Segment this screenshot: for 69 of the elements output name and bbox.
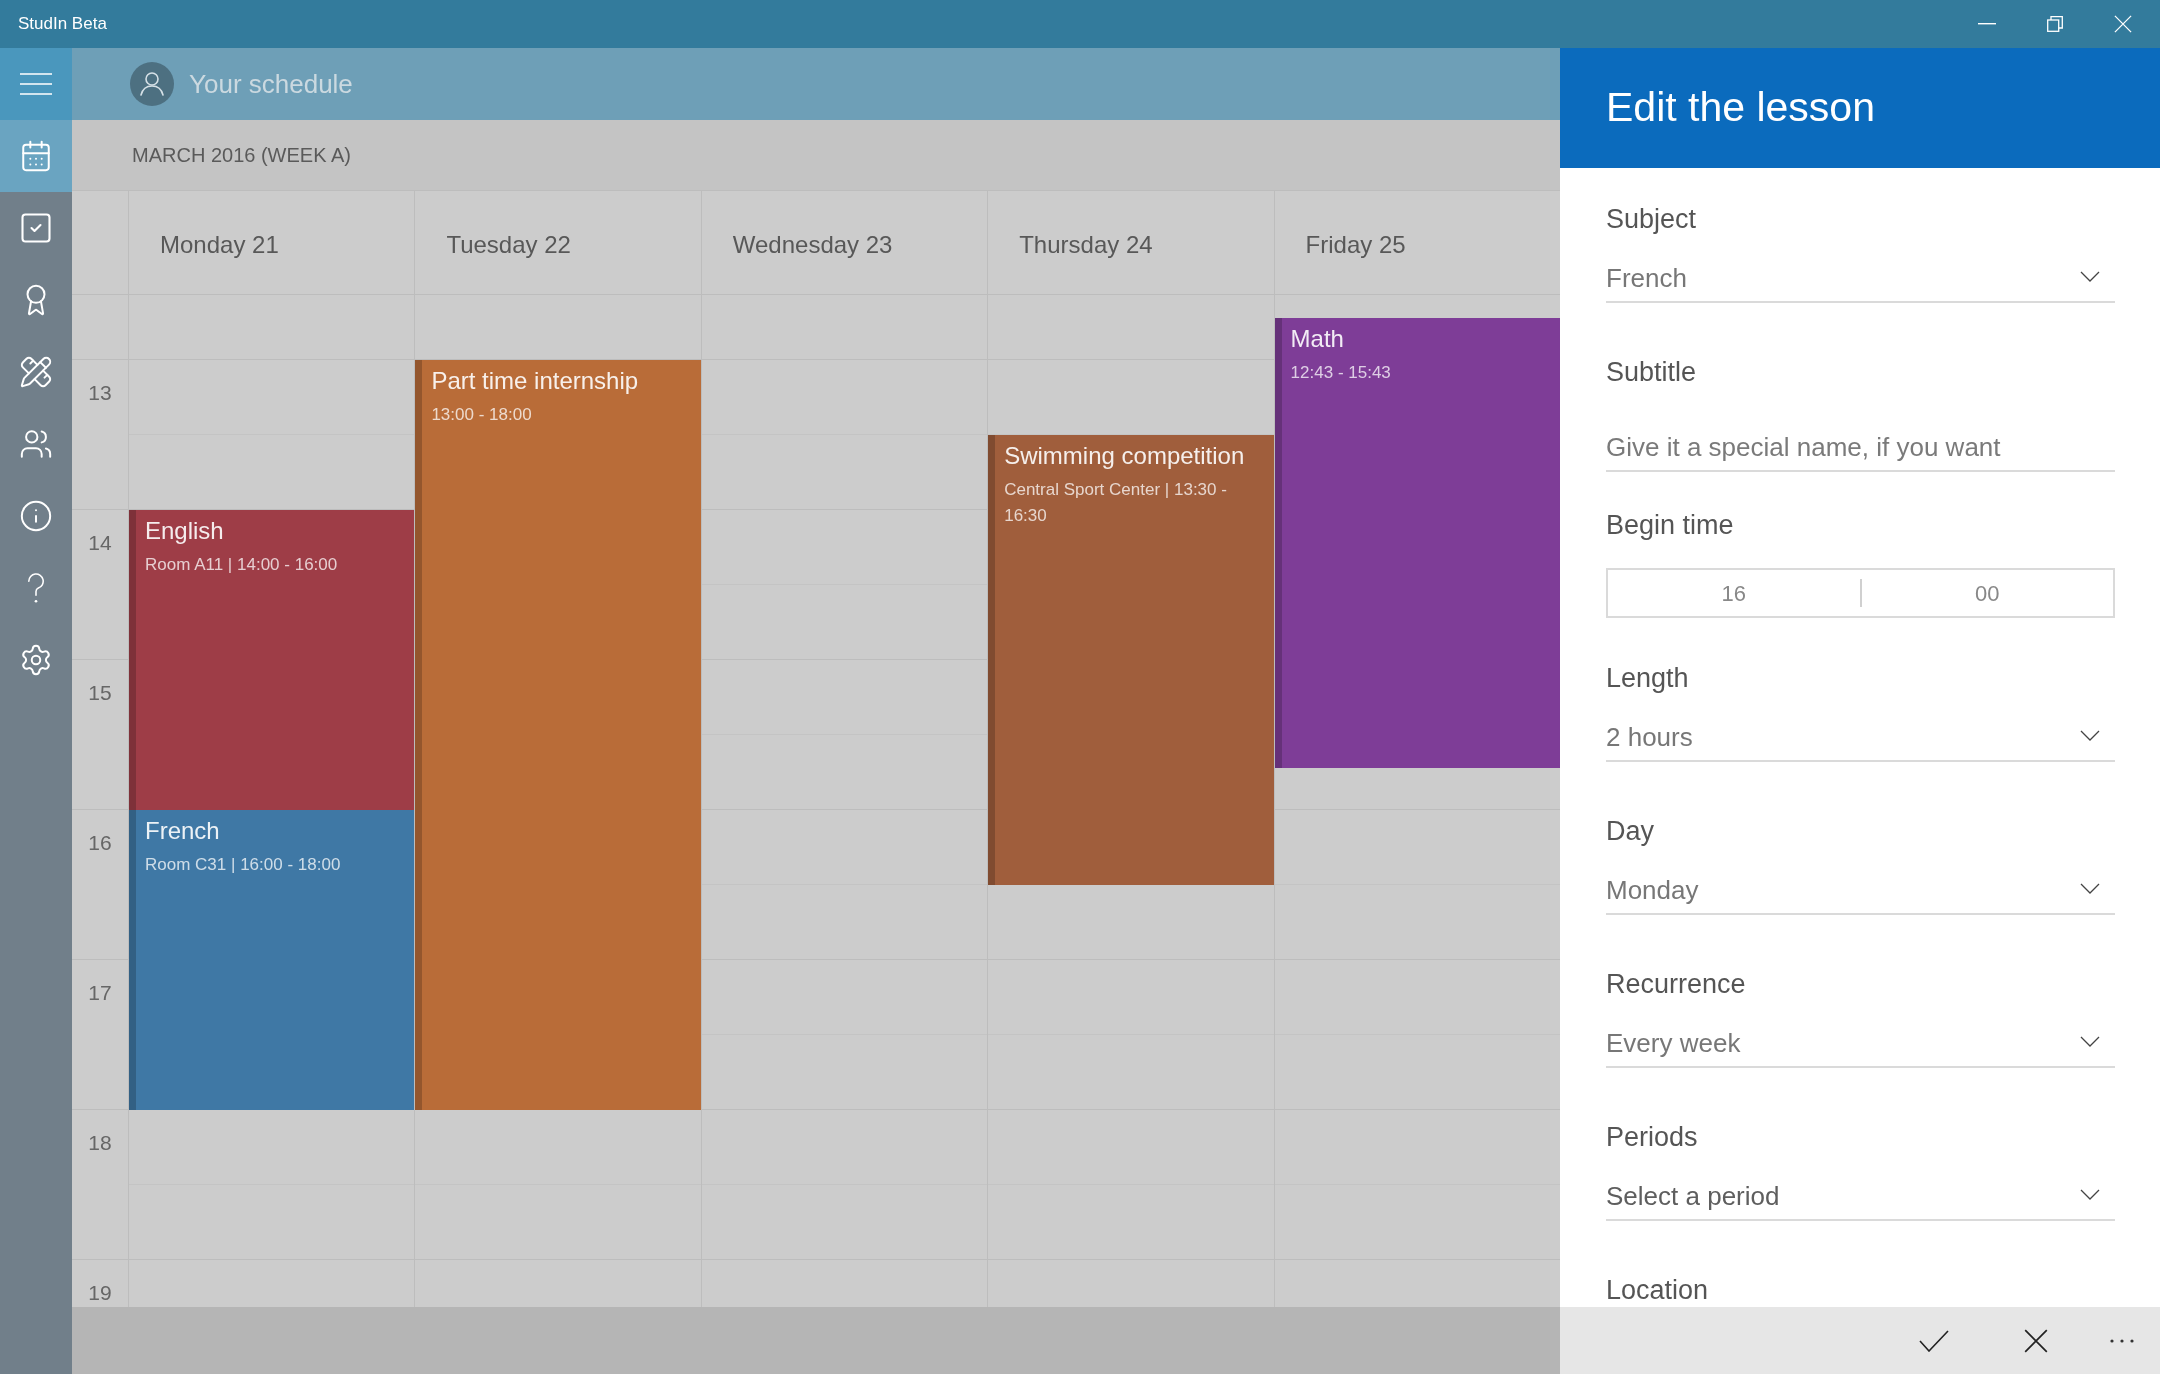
event-card[interactable]: French Room C31 | 16:00 - 18:00 [129, 810, 415, 1110]
event-details: 13:00 - 18:00 [431, 404, 533, 426]
menu-button[interactable] [0, 48, 72, 120]
event-title: French [145, 816, 221, 846]
month-label: MARCH 2016 (WEEK A) [132, 143, 351, 168]
chevron-down-icon [2080, 1036, 2100, 1047]
event-details: Room C31 | 16:00 - 18:00 [145, 854, 342, 876]
hour-label: 16 [88, 831, 112, 855]
field-label: Location [1606, 1274, 1709, 1306]
minute-picker[interactable]: 00 [1861, 570, 2113, 616]
field-label: Periods [1606, 1121, 1698, 1153]
day-header: Tuesday 22 [414, 191, 701, 294]
chevron-down-icon [2080, 730, 2100, 741]
settings-icon [19, 643, 53, 677]
dropdown[interactable]: 2 hours [1606, 702, 2115, 762]
day-header: Friday 25 [1273, 191, 1560, 294]
menu-icon [20, 73, 52, 95]
minimize-icon [1978, 23, 1996, 25]
field-label: Subtitle [1606, 356, 1697, 388]
chevron-down-icon [2080, 883, 2100, 894]
day-header: Thursday 24 [987, 191, 1274, 294]
question-mark-icon [27, 572, 45, 604]
hour-label: 19 [88, 1281, 112, 1305]
hour-picker[interactable]: 16 [1608, 570, 1860, 616]
panel-title: Edit the lesson [1606, 83, 1875, 133]
field-label: Subject [1606, 203, 1697, 235]
event-details: Room A11 | 14:00 - 16:00 [145, 554, 339, 576]
sidebar-item[interactable] [0, 120, 72, 192]
text-field[interactable]: Give it a special name, if you want [1606, 396, 2115, 472]
field-label: Length [1606, 662, 1689, 694]
event-details: 12:43 - 15:43 [1290, 361, 1392, 384]
field-label: Day [1606, 815, 1654, 847]
dropdown[interactable]: Monday [1606, 855, 2115, 915]
close-icon [2114, 15, 2132, 33]
dropdown[interactable]: French [1606, 243, 2115, 303]
day-header: Monday 21 [128, 191, 415, 294]
check-icon [1919, 1329, 1949, 1352]
calendar-icon [19, 139, 53, 173]
close-icon [2024, 1328, 2048, 1353]
event-card[interactable]: Math 12:43 - 15:43 [1274, 317, 1560, 768]
chevron-down-icon [2080, 1189, 2100, 1200]
chevron-down-icon [2080, 271, 2100, 282]
avatar-icon [130, 62, 174, 106]
event-title: Math [1290, 323, 1345, 354]
window-title: StudIn Beta [17, 13, 107, 36]
field-label: Recurrence [1606, 968, 1746, 1000]
event-card[interactable]: Swimming competition Central Sport Center | 13:30 - 16:30 [988, 435, 1274, 885]
hour-label: 18 [88, 1131, 112, 1155]
event-title: Swimming competition [1004, 441, 1246, 471]
hour-label: 13 [88, 381, 112, 405]
field-label: Begin time [1606, 509, 1734, 541]
info-icon [19, 499, 53, 533]
hour-label: 15 [88, 681, 112, 705]
people-icon [19, 427, 53, 461]
restore-icon [2047, 16, 2063, 32]
day-header: Wednesday 23 [700, 191, 988, 294]
checkbox-icon [18, 210, 54, 246]
event-title: Part time internship [431, 366, 640, 396]
dropdown[interactable]: Every week [1606, 1008, 2115, 1068]
event-details: Central Sport Center | 13:30 - 16:30 [1004, 479, 1228, 527]
hour-label: 14 [88, 531, 112, 555]
pencil-ruler-icon [19, 355, 53, 389]
page-title: Your schedule [189, 67, 353, 101]
hour-label: 17 [88, 981, 112, 1005]
dropdown[interactable]: Select a period [1606, 1161, 2115, 1221]
event-card[interactable]: Part time internship 13:00 - 18:00 [415, 360, 701, 1110]
event-title: English [145, 516, 225, 546]
event-card[interactable]: English Room A11 | 14:00 - 16:00 [129, 510, 415, 810]
more-icon [2110, 1338, 2134, 1343]
